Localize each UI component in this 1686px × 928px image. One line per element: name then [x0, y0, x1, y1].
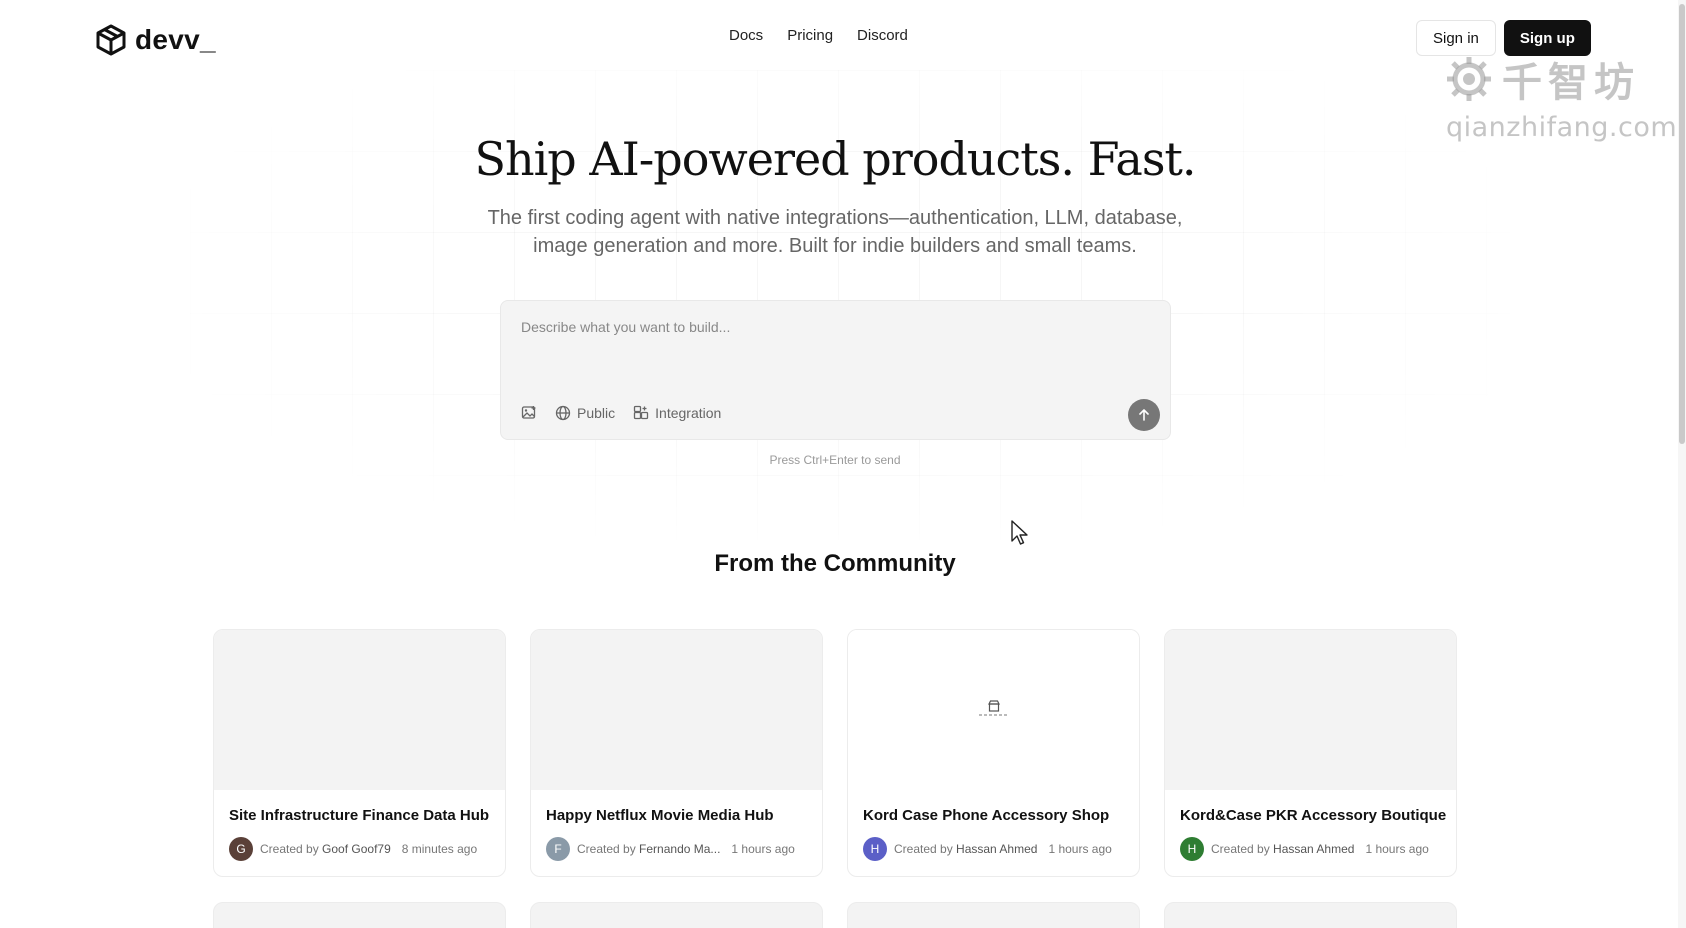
card-author: Created by Fernando Ma...: [577, 842, 721, 856]
image-icon: [521, 406, 536, 419]
hero-title: Ship AI-powered products. Fast.: [474, 132, 1196, 186]
thumbnail-mini-logo: [978, 700, 1009, 716]
avatar: G: [229, 837, 253, 861]
logo[interactable]: devv_: [95, 20, 216, 60]
integration-label: Integration: [655, 405, 722, 421]
vertical-scrollbar[interactable]: [1678, 0, 1686, 928]
community-title: From the Community: [714, 550, 956, 577]
page: devv_ Docs Pricing Discord Sign in Sign …: [0, 0, 1686, 928]
main-nav: Docs Pricing Discord: [729, 27, 908, 44]
integration-button[interactable]: Integration: [633, 405, 721, 421]
hero-subtitle: The first coding agent with native integ…: [455, 204, 1215, 260]
cube-logo-icon: [96, 24, 126, 56]
card-time: 8 minutes ago: [401, 842, 478, 856]
card-title: Happy Netflux Movie Media Hub: [546, 807, 774, 824]
prompt-box: Public Integration: [500, 300, 1171, 440]
card-thumbnail: [531, 630, 822, 790]
card-author: Created by Hassan Ahmed: [894, 842, 1038, 856]
arrow-up-icon: [1139, 409, 1149, 421]
card-title: Kord Case Phone Accessory Shop: [863, 807, 1110, 824]
card-meta: G Created by Goof Goof79 8 minutes ago: [229, 837, 477, 861]
community-card-partial[interactable]: [1164, 902, 1457, 928]
card-title: Kord&Case PKR Accessory Boutique: [1180, 807, 1447, 824]
hero-subtitle-line-2: image generation and more. Built for ind…: [533, 235, 1137, 257]
card-time: 1 hours ago: [1048, 842, 1112, 856]
public-label: Public: [577, 405, 616, 421]
card-thumbnail: [1165, 630, 1456, 790]
card-thumbnail: [214, 630, 505, 790]
community-card[interactable]: Kord&Case PKR Accessory Boutique H Creat…: [1164, 629, 1457, 877]
card-meta: F Created by Fernando Ma... 1 hours ago: [546, 837, 795, 861]
logo-text: devv_: [135, 24, 216, 55]
scrollbar-thumb[interactable]: [1679, 4, 1685, 444]
card-author: Created by Hassan Ahmed: [1211, 842, 1355, 856]
card-meta: H Created by Hassan Ahmed 1 hours ago: [1180, 837, 1429, 861]
nav-link-pricing[interactable]: Pricing: [787, 27, 833, 44]
avatar: H: [863, 837, 887, 861]
avatar: H: [1180, 837, 1204, 861]
watermark: 千智坊 qianzhifang.com: [1446, 50, 1677, 143]
community-card[interactable]: Kord Case Phone Accessory Shop H Created…: [847, 629, 1140, 877]
hero-subtitle-line-1: The first coding agent with native integ…: [487, 207, 1183, 229]
card-meta: H Created by Hassan Ahmed 1 hours ago: [863, 837, 1112, 861]
integration-grid-icon: [633, 405, 649, 420]
prompt-toolbar: Public Integration: [521, 405, 721, 421]
community-card-partial[interactable]: [213, 902, 506, 928]
top-header: devv_ Docs Pricing Discord Sign in Sign …: [0, 0, 1686, 76]
globe-icon: [555, 405, 571, 421]
mouse-cursor-icon: [1011, 520, 1028, 545]
community-card[interactable]: Happy Netflux Movie Media Hub F Created …: [530, 629, 823, 877]
card-title: Site Infrastructure Finance Data Hub: [229, 807, 490, 824]
community-card[interactable]: Site Infrastructure Finance Data Hub G C…: [213, 629, 506, 877]
send-button[interactable]: [1128, 399, 1160, 431]
thumbnail-dash: [978, 714, 1009, 716]
watermark-chinese: 千智坊: [1502, 60, 1640, 106]
avatar: F: [546, 837, 570, 861]
community-card-partial[interactable]: [530, 902, 823, 928]
store-icon: [987, 700, 1000, 712]
community-card-partial[interactable]: [847, 902, 1140, 928]
nav-link-docs[interactable]: Docs: [729, 27, 763, 44]
nav-link-discord[interactable]: Discord: [857, 27, 908, 44]
gear-watermark-icon: [1447, 57, 1491, 101]
card-thumbnail: [848, 630, 1139, 790]
card-time: 1 hours ago: [731, 842, 795, 856]
prompt-input[interactable]: [521, 319, 1141, 335]
card-author: Created by Goof Goof79: [260, 842, 391, 856]
send-hint: Press Ctrl+Enter to send: [769, 453, 901, 467]
public-toggle[interactable]: Public: [555, 405, 615, 421]
upload-image-button[interactable]: [521, 405, 537, 421]
card-time: 1 hours ago: [1365, 842, 1429, 856]
